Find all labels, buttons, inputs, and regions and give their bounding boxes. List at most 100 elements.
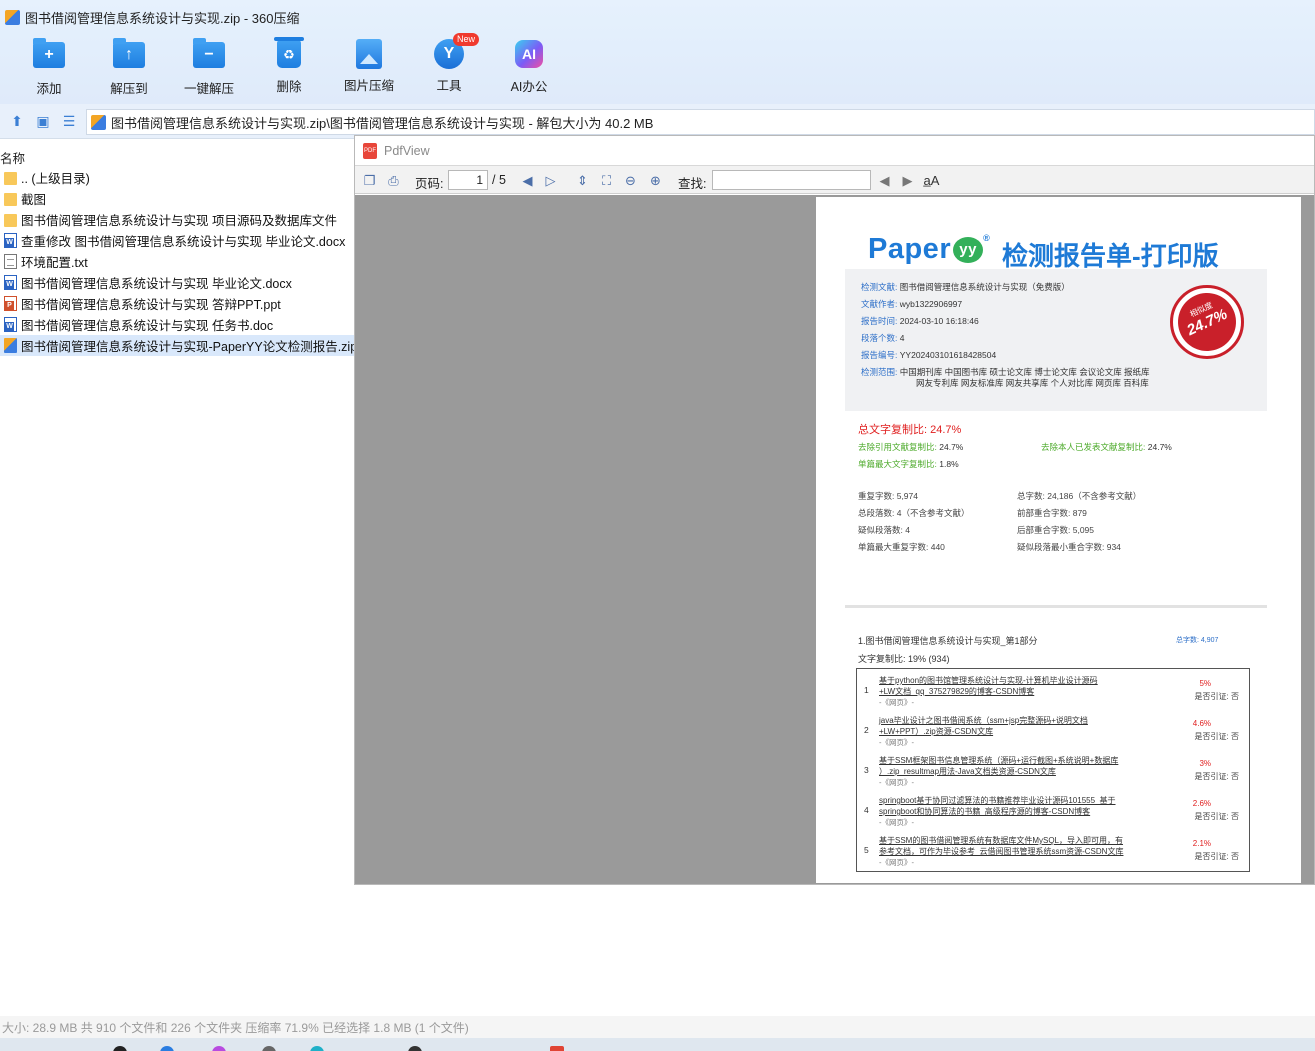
archive-app-window: 图书借阅管理信息系统设计与实现.zip - 360压缩 + 添加 ↑ 解压到 −…	[0, 0, 1315, 1051]
zoom-out-icon[interactable]: ⊖	[622, 172, 639, 189]
thumbnail-view-icon[interactable]: ▣	[34, 112, 52, 130]
stat-item: 前部重合字数: 879	[1017, 508, 1087, 518]
file-name: 截图	[21, 193, 47, 207]
info-row: 报告编号: YY20240310161842850​4	[861, 350, 997, 360]
tools-button[interactable]: Y New 工具	[409, 33, 489, 99]
taskbar-app-icon[interactable]	[550, 1046, 564, 1051]
find-input[interactable]	[712, 170, 871, 190]
taskbar-app-icon[interactable]	[310, 1046, 324, 1051]
list-item[interactable]: 图书借阅管理信息系统设计与实现 答辩PPT.ppt	[0, 293, 355, 314]
report-title: 检测报告单-打印版	[1002, 241, 1219, 271]
file-name: 图书借阅管理信息系统设计与实现 毕业论文.docx	[21, 277, 292, 291]
one-click-extract-button-label: 一键解压	[183, 82, 234, 96]
recycle-bin-icon: ♻	[274, 37, 304, 68]
reference-row: 5 基于SSM的图书借阅管理系统有数据库文件MySQL，导入即可用，有 参考文档…	[864, 836, 1239, 867]
address-bar[interactable]: 图书借阅管理信息系统设计与实现.zip\图书借阅管理信息系统设计与实现 - 解包…	[86, 109, 1315, 135]
word-doc-icon	[4, 275, 17, 290]
up-arrow-icon[interactable]: ⬆	[8, 112, 26, 130]
copy-icon[interactable]: ❐	[361, 172, 378, 189]
file-list: 名称 .. (上级目录) 截图 图书借阅管理信息系统设计与实现 项目源码及数据库…	[0, 140, 357, 360]
list-item[interactable]: 图书借阅管理信息系统设计与实现 毕业论文.docx	[0, 272, 355, 293]
one-click-extract-button[interactable]: − 一键解压	[169, 38, 249, 99]
list-item[interactable]: 查重修改 图书借阅管理信息系统设计与实现 毕业论文.docx	[0, 230, 355, 251]
ai-office-button-label: AI办公	[510, 80, 548, 94]
info-row: 检测文献: 图书借阅管理信息系统设计与实现（免费版）	[861, 282, 1070, 292]
ppt-file-icon	[4, 296, 17, 311]
find-next-icon[interactable]: ▶	[899, 172, 916, 189]
pdf-canvas[interactable]: Paper yy® 检测报告单-打印版 检测文献: 图书借阅管理信息系统设计与实现…	[355, 195, 1314, 884]
text-file-icon	[4, 254, 17, 269]
delete-button[interactable]: ♻ 删除	[249, 37, 329, 99]
pdfview-toolbar: ❐ ⎙ 页码: 1 / 5 ◀ ▷ ⇕ ⛶ ⊖ ⊕ 查找: ◀ ▶ a̲A	[355, 165, 1314, 194]
section-total: 总字数: 4,907	[1176, 637, 1219, 644]
window-title: 图书借阅管理信息系统设计与实现.zip - 360压缩	[25, 10, 300, 26]
section-rate: 文字复制比: 19% (934)	[858, 654, 950, 664]
stat-item: 总字数: 24,186（不含参考文献）	[1017, 491, 1142, 501]
address-path: 图书借阅管理信息系统设计与实现.zip\图书借阅管理信息系统设计与实现 - 解包…	[111, 115, 654, 131]
taskbar-app-icon[interactable]	[160, 1046, 174, 1051]
back-arrow-icon[interactable]: ◀	[519, 172, 536, 189]
zoom-in-icon[interactable]: ⊕	[647, 172, 664, 189]
reference-row: 1 基于python的图书馆管理系统设计与实现-计算机毕业设计源码 +LW文档_…	[864, 676, 1239, 707]
list-view-icon[interactable]: ☰	[60, 112, 78, 130]
file-name: .. (上级目录)	[21, 172, 90, 186]
add-folder-icon: +	[33, 38, 65, 68]
reference-row: 2 java毕业设计之图书借阅系统（ssm+jsp完整源码+说明文档 +LW+P…	[864, 716, 1239, 747]
print-icon[interactable]: ⎙	[385, 172, 402, 189]
paperyy-logo: Paper yy®	[868, 233, 991, 265]
add-button[interactable]: + 添加	[9, 38, 89, 99]
pdfview-window: PDF PdfView ❐ ⎙ 页码: 1 / 5 ◀ ▷ ⇕ ⛶ ⊖ ⊕ 查找…	[354, 135, 1315, 885]
image-compress-button[interactable]: 图片压缩	[329, 39, 409, 99]
one-click-extract-icon: −	[193, 38, 225, 68]
tools-button-label: 工具	[436, 79, 462, 93]
fit-page-icon[interactable]: ⛶	[598, 172, 615, 189]
pdf-file-icon: PDF	[363, 142, 377, 159]
taskbar	[0, 1038, 1315, 1051]
info-row-continued: 网友专利库 网友标准库 网友共享库 个人对比库 网页库 百科库	[916, 378, 1149, 388]
forward-arrow-icon[interactable]: ▷	[542, 172, 559, 189]
reference-row: 3 基于SSM框架图书信息管理系统（源码+运行截图+系统说明+数据库 ）.zip…	[864, 756, 1239, 787]
folder-icon	[4, 171, 17, 185]
rate-max-single: 单篇最大文字复制比: 1.8%	[858, 459, 959, 469]
list-item-selected[interactable]: 图书借阅管理信息系统设计与实现-PaperYY论文检测报告.zip	[0, 335, 357, 356]
page-total: / 5	[492, 173, 506, 187]
similarity-stamp: 相似度 24.7%	[1168, 283, 1246, 361]
list-item[interactable]: 环境配置.txt	[0, 251, 355, 272]
file-name: 环境配置.txt	[21, 256, 88, 270]
info-row: 文献作者: wyb1322906997	[861, 299, 963, 309]
section-divider	[845, 605, 1267, 608]
column-header-name[interactable]: 名称	[0, 148, 25, 167]
image-compress-button-label: 图片压缩	[343, 79, 394, 93]
new-badge: New	[453, 33, 480, 46]
archive-app-icon	[5, 9, 20, 25]
taskbar-app-icon[interactable]	[212, 1046, 226, 1051]
file-name: 查重修改 图书借阅管理信息系统设计与实现 毕业论文.docx	[21, 235, 346, 249]
pdf-page: Paper yy® 检测报告单-打印版 检测文献: 图书借阅管理信息系统设计与实现…	[816, 197, 1301, 883]
taskbar-app-icon[interactable]	[408, 1046, 422, 1051]
rate-excl-self: 去除本人已发表文献复制比: 24.7%	[1041, 442, 1172, 452]
pdfview-title: PdfView	[384, 143, 430, 158]
ai-office-icon: AI	[515, 40, 543, 68]
title-bar: 图书借阅管理信息系统设计与实现.zip - 360压缩	[0, 0, 1315, 34]
find-prev-icon[interactable]: ◀	[876, 172, 893, 189]
stat-item: 重复字数: 5,974	[858, 491, 918, 501]
match-case-icon[interactable]: a̲A	[923, 172, 940, 189]
folder-icon	[4, 192, 17, 206]
stat-item: 后部重合字数: 5,095	[1017, 525, 1094, 535]
extract-to-button-label: 解压到	[110, 82, 148, 96]
taskbar-app-icon[interactable]	[262, 1046, 276, 1051]
ai-office-button[interactable]: AI AI办公	[489, 39, 569, 99]
taskbar-app-icon[interactable]	[113, 1046, 127, 1051]
reference-table: 1 基于python的图书馆管理系统设计与实现-计算机毕业设计源码 +LW文档_…	[856, 668, 1250, 872]
pdfview-title-bar: PDF PdfView	[355, 136, 1314, 165]
extract-to-button[interactable]: ↑ 解压到	[89, 38, 169, 99]
list-item[interactable]: 图书借阅管理信息系统设计与实现 任务书.doc	[0, 314, 355, 335]
fit-width-icon[interactable]: ⇕	[574, 172, 591, 189]
list-item[interactable]: 截图	[0, 188, 355, 209]
zip-file-icon	[4, 338, 17, 353]
word-doc-icon	[4, 317, 17, 332]
page-number-input[interactable]: 1	[448, 170, 488, 190]
list-item[interactable]: .. (上级目录)	[0, 167, 355, 188]
add-button-label: 添加	[36, 82, 62, 96]
list-item[interactable]: 图书借阅管理信息系统设计与实现 项目源码及数据库文件	[0, 209, 355, 230]
